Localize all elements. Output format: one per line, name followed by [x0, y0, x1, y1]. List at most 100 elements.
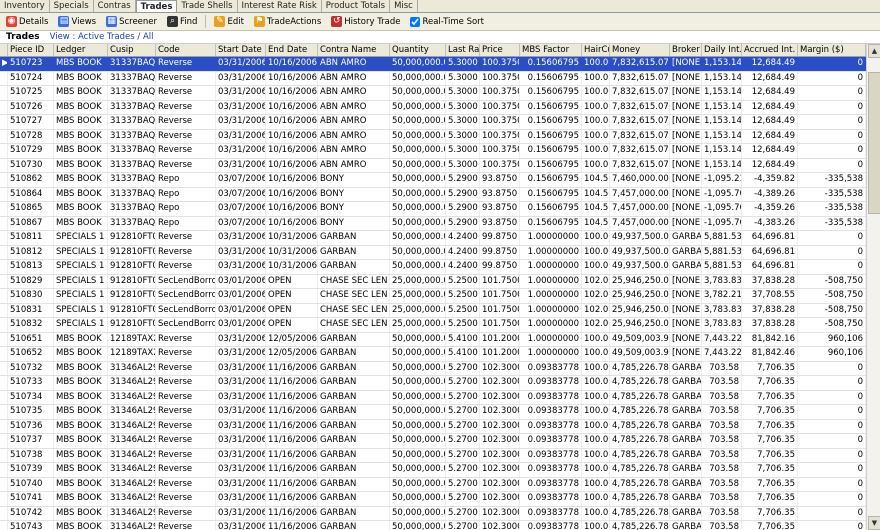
- cell-contra-name: ABN AMRO: [318, 144, 390, 158]
- history-trade-button[interactable]: ↺ History Trade: [327, 14, 404, 29]
- cell-last-rate: 5.2700: [446, 390, 480, 404]
- table-row[interactable]: 510729 MBS BOOK 31337BAQ7 Reverse 03/31/2006…: [0, 144, 866, 159]
- cell-price: 100.3750: [480, 129, 520, 143]
- table-row[interactable]: 510735 MBS BOOK 31346AL29 Reverse 03/31/2006…: [0, 405, 866, 420]
- cell-piece-id: 510652: [8, 347, 54, 361]
- table-row[interactable]: 510862 MBS BOOK 31337BAQ7 Repo 03/07/2006 10/…: [0, 173, 866, 188]
- column-header-code[interactable]: Code: [156, 44, 216, 56]
- table-row[interactable]: 510733 MBS BOOK 31346AL29 Reverse 03/31/2006…: [0, 376, 866, 391]
- table-row[interactable]: 510727 MBS BOOK 31337BAQ7 Reverse 03/31/2006…: [0, 115, 866, 130]
- table-row[interactable]: 510867 MBS BOOK 31337BAQ7 Repo 03/07/2006 10/…: [0, 216, 866, 231]
- cell-last-rate: 5.3000: [446, 100, 480, 114]
- column-header-last-rate[interactable]: Last Rate: [446, 44, 480, 56]
- cell-cusip: 31337BAQ7: [108, 115, 156, 129]
- tab-trade-shells[interactable]: Trade Shells: [177, 0, 238, 12]
- cell-haircut: 104.500: [582, 173, 610, 187]
- details-button[interactable]: ◉ Details: [2, 14, 52, 29]
- table-row[interactable]: 510829SPECIALS 1912810FT0SecLendBorrow03…: [0, 274, 866, 289]
- tab-specials[interactable]: Specials: [50, 0, 94, 12]
- table-row[interactable]: 510830SPECIALS 1912810FT0SecLendBorrow03…: [0, 289, 866, 304]
- tab-inventory[interactable]: Inventory: [0, 0, 50, 12]
- cell-money: 4,785,226.78: [610, 492, 670, 506]
- table-row[interactable]: 510812 SPECIALS 1 912810FT0 Reverse 03/31/20…: [0, 245, 866, 260]
- table-row[interactable]: 510651 MBS BOOK 12189TAX2 Reverse 03/31/2006…: [0, 332, 866, 347]
- table-row[interactable]: 510652 MBS BOOK 12189TAX2 Reverse 03/31/2006…: [0, 347, 866, 362]
- column-header-broker[interactable]: Broker: [670, 44, 702, 56]
- table-row[interactable]: 510730 MBS BOOK 31337BAQ7 Reverse 03/31/2006…: [0, 158, 866, 173]
- table-row[interactable]: 510737 MBS BOOK 31346AL29 Reverse 03/31/2006…: [0, 434, 866, 449]
- table-row[interactable]: 510724 MBS BOOK 31337BAQ7 Reverse 03/31/2006…: [0, 71, 866, 86]
- table-row[interactable]: 510738 MBS BOOK 31346AL29 Reverse 03/31/2006…: [0, 448, 866, 463]
- cell-end-date: 10/16/2006: [266, 144, 318, 158]
- find-button[interactable]: ⌕ Find: [163, 14, 201, 29]
- cell-money: 4,785,226.78: [610, 405, 670, 419]
- cell-start-date: 03/31/2006: [216, 57, 266, 71]
- screener-button[interactable]: ▦ Screener: [102, 14, 161, 29]
- cell-money: 7,832,615.07: [610, 115, 670, 129]
- column-header-accrued-int[interactable]: Accrued Int.: [742, 44, 798, 56]
- tab-misc[interactable]: Misc: [390, 0, 418, 12]
- cell-last-rate: 5.2900: [446, 202, 480, 216]
- edit-button[interactable]: ✎ Edit: [210, 14, 247, 29]
- column-header-piece-id[interactable]: Piece ID: [8, 44, 54, 56]
- tab-product-totals[interactable]: Product Totals: [322, 0, 391, 12]
- table-row[interactable]: 510811 SPECIALS 1 912810FT0 Reverse 03/31/20…: [0, 231, 866, 246]
- column-header-cusip[interactable]: Cusip: [108, 44, 156, 56]
- column-header-start-date[interactable]: Start Date: [216, 44, 266, 56]
- table-row[interactable]: ▶ 510723 MBS BOOK 31337BAQ7 Reverse 03/31/200…: [0, 57, 866, 72]
- table-row[interactable]: 510732 MBS BOOK 31346AL29 Reverse 03/31/2006…: [0, 361, 866, 376]
- cell-broker: [NONE]: [670, 347, 702, 361]
- column-header-end-date[interactable]: End Date: [266, 44, 318, 56]
- column-header-ledger[interactable]: Ledger: [54, 44, 108, 56]
- table-row[interactable]: 510865 MBS BOOK 31337BAQ7 Repo 03/07/2006 10/…: [0, 202, 866, 217]
- table-row[interactable]: 510728 MBS BOOK 31337BAQ7 Reverse 03/31/2006…: [0, 129, 866, 144]
- table-row[interactable]: 510832SPECIALS 1912810FT0SecLendBorrow03…: [0, 318, 866, 333]
- table-row[interactable]: 510743 MBS BOOK 31346AL29 Reverse 03/31/2006…: [0, 521, 866, 530]
- cell-piece-id: 510735: [8, 405, 54, 419]
- cell-end-date: 11/16/2006: [266, 376, 318, 390]
- table-row[interactable]: 510813 SPECIALS 1 912810FT0 Reverse 03/31/20…: [0, 260, 866, 275]
- table-row[interactable]: 510741 MBS BOOK 31346AL29 Reverse 03/31/2006…: [0, 492, 866, 507]
- column-header-contra-name[interactable]: Contra Name: [318, 44, 390, 56]
- cell-ledger: MBS BOOK: [54, 405, 108, 419]
- views-button[interactable]: ▤ Views: [54, 14, 100, 29]
- tab-contras[interactable]: Contras: [94, 0, 136, 12]
- cell-daily-int: 1,153.14: [702, 115, 742, 129]
- scroll-up-icon[interactable]: ▲: [868, 44, 880, 58]
- tab-trades[interactable]: Trades: [135, 0, 178, 12]
- table-row[interactable]: 510725 MBS BOOK 31337BAQ7 Reverse 03/31/2006…: [0, 86, 866, 101]
- table-row[interactable]: 510831SPECIALS 1912810FT0SecLendBorrow03…: [0, 303, 866, 318]
- column-header-daily-int[interactable]: Daily Int.: [702, 44, 742, 56]
- column-header-haircut[interactable]: HairCut: [582, 44, 610, 56]
- cell-ledger: MBS BOOK: [54, 158, 108, 172]
- cell-marker: [0, 361, 8, 375]
- table-row[interactable]: 510742 MBS BOOK 31346AL29 Reverse 03/31/2006…: [0, 506, 866, 521]
- trade-actions-button[interactable]: ⚑ TradeActions: [250, 14, 325, 29]
- cell-contra-name: GARBAN: [318, 448, 390, 462]
- view-selector[interactable]: View : Active Trades / All: [50, 32, 154, 42]
- cell-marker: [0, 100, 8, 114]
- vertical-scrollbar[interactable]: ▲ ▼: [866, 44, 880, 530]
- realtime-sort-toggle[interactable]: Real-Time Sort: [406, 14, 488, 29]
- cell-end-date: 10/16/2006: [266, 202, 318, 216]
- tab-interest-rate-risk[interactable]: Interest Rate Risk: [238, 0, 322, 12]
- column-header-marker[interactable]: [0, 44, 8, 56]
- column-header-margin[interactable]: Margin ($): [798, 44, 866, 56]
- table-row[interactable]: 510734 MBS BOOK 31346AL29 Reverse 03/31/2006…: [0, 390, 866, 405]
- table-row[interactable]: 510726 MBS BOOK 31337BAQ7 Reverse 03/31/2006…: [0, 100, 866, 115]
- column-header-price[interactable]: Price: [480, 44, 520, 56]
- table-row[interactable]: 510864 MBS BOOK 31337BAQ7 Repo 03/07/2006 10/…: [0, 187, 866, 202]
- cell-cusip: 12189TAX2: [108, 347, 156, 361]
- cell-contra-name: BONY: [318, 173, 390, 187]
- scrollbar-thumb[interactable]: [868, 72, 880, 214]
- realtime-sort-checkbox[interactable]: [410, 16, 421, 27]
- table-row[interactable]: 510740 MBS BOOK 31346AL29 Reverse 03/31/2006…: [0, 477, 866, 492]
- table-row[interactable]: 510739 MBS BOOK 31346AL29 Reverse 03/31/2006…: [0, 463, 866, 478]
- column-header-money[interactable]: Money: [610, 44, 670, 56]
- column-header-quantity[interactable]: Quantity: [390, 44, 446, 56]
- cell-marker: [0, 71, 8, 85]
- table-row[interactable]: 510736 MBS BOOK 31346AL29 Reverse 03/31/2006…: [0, 419, 866, 434]
- column-header-mbs-factor[interactable]: MBS Factor: [520, 44, 582, 56]
- scroll-down-icon[interactable]: ▼: [868, 516, 880, 530]
- cell-marker: [0, 173, 8, 187]
